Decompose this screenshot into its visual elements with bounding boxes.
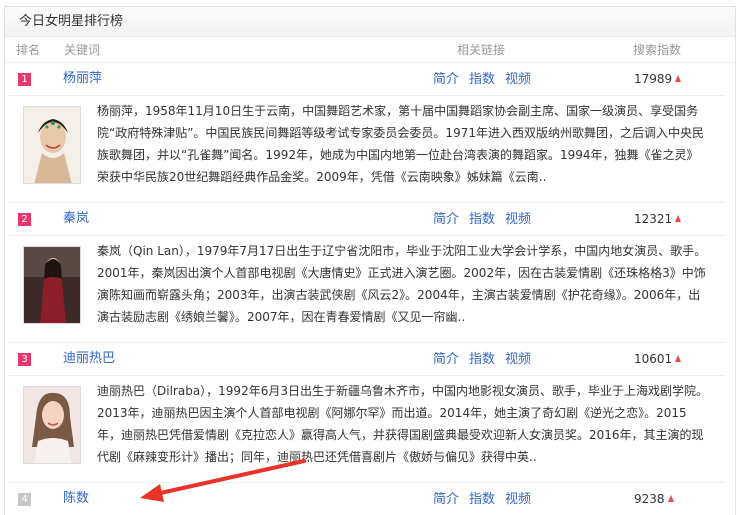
keyword-link[interactable]: 陈数 xyxy=(63,483,89,515)
search-count-value: 17989 xyxy=(634,72,673,86)
trend-up-icon xyxy=(667,495,674,502)
keyword-link[interactable]: 秦岚 xyxy=(63,203,89,235)
keyword-link[interactable]: 迪丽热巴 xyxy=(63,343,115,375)
search-count-value: 12321 xyxy=(634,212,673,226)
rank-badge: 3 xyxy=(18,353,31,366)
intro-link[interactable]: 简介 xyxy=(433,352,459,367)
intro-link[interactable]: 简介 xyxy=(433,492,459,507)
trend-up-icon xyxy=(675,75,682,82)
avatar[interactable] xyxy=(23,106,81,184)
column-search-index: 搜索指数 xyxy=(633,43,682,57)
intro-link[interactable]: 简介 xyxy=(433,72,459,87)
column-links: 相关链接 xyxy=(457,43,506,57)
item-description: 杨丽萍，1958年11月10日生于云南，中国舞蹈艺术家，第十届中国舞蹈家协会副主… xyxy=(97,104,704,184)
search-count: 9238 xyxy=(634,483,674,515)
related-links: 简介 指数 视频 xyxy=(433,203,541,236)
video-link[interactable]: 视频 xyxy=(505,352,531,367)
table-row: 3 迪丽热巴 简介 指数 视频 10601 xyxy=(5,343,735,375)
table-row: 2 秦岚 简介 指数 视频 12321 xyxy=(5,203,735,235)
trend-up-icon xyxy=(675,215,682,222)
index-link[interactable]: 指数 xyxy=(469,352,495,367)
rank-badge: 4 xyxy=(18,493,31,506)
portrait-image xyxy=(24,107,80,183)
table-row: 1 杨丽萍 简介 指数 视频 17989 xyxy=(5,63,735,95)
intro-link[interactable]: 简介 xyxy=(433,212,459,227)
search-count-value: 9238 xyxy=(634,492,665,506)
video-link[interactable]: 视频 xyxy=(505,492,531,507)
video-link[interactable]: 视频 xyxy=(505,72,531,87)
keyword-link[interactable]: 杨丽萍 xyxy=(63,63,102,95)
related-links: 简介 指数 视频 xyxy=(433,343,541,376)
related-links: 简介 指数 视频 xyxy=(433,483,541,515)
item-description: 迪丽热巴（Dilraba），1992年6月3日出生于新疆乌鲁木齐市，中国内地影视… xyxy=(97,384,708,464)
column-header: 排名 关键词 相关链接 搜索指数 xyxy=(5,37,735,63)
column-keyword: 关键词 xyxy=(64,43,101,57)
rank-badge: 2 xyxy=(18,213,31,226)
table-row: 4 陈数 简介 指数 视频 9238 xyxy=(5,483,735,515)
column-rank: 排名 xyxy=(16,43,41,57)
index-link[interactable]: 指数 xyxy=(469,72,495,87)
portrait-image xyxy=(24,247,80,323)
related-links: 简介 指数 视频 xyxy=(433,63,541,96)
index-link[interactable]: 指数 xyxy=(469,492,495,507)
item-description: 秦岚（Qin Lan），1979年7月17日出生于辽宁省沈阳市，毕业于沈阳工业大… xyxy=(97,244,707,324)
detail-panel: 杨丽萍，1958年11月10日生于云南，中国舞蹈艺术家，第十届中国舞蹈家协会副主… xyxy=(9,95,725,203)
detail-panel: 迪丽热巴（Dilraba），1992年6月3日出生于新疆乌鲁木齐市，中国内地影视… xyxy=(9,375,725,483)
detail-panel: 秦岚（Qin Lan），1979年7月17日出生于辽宁省沈阳市，毕业于沈阳工业大… xyxy=(9,235,725,343)
avatar[interactable] xyxy=(23,246,81,324)
ranking-panel: 今日女明星排行榜 排名 关键词 相关链接 搜索指数 1 杨丽萍 简介 指数 视频 1… xyxy=(4,6,736,515)
search-count-value: 10601 xyxy=(634,352,673,366)
panel-title: 今日女明星排行榜 xyxy=(5,7,735,37)
search-count: 17989 xyxy=(634,63,682,95)
avatar[interactable] xyxy=(23,386,81,464)
search-count: 12321 xyxy=(634,203,682,235)
index-link[interactable]: 指数 xyxy=(469,212,495,227)
portrait-image xyxy=(24,387,80,463)
trend-up-icon xyxy=(675,355,682,362)
rank-badge: 1 xyxy=(18,73,31,86)
search-count: 10601 xyxy=(634,343,682,375)
video-link[interactable]: 视频 xyxy=(505,212,531,227)
